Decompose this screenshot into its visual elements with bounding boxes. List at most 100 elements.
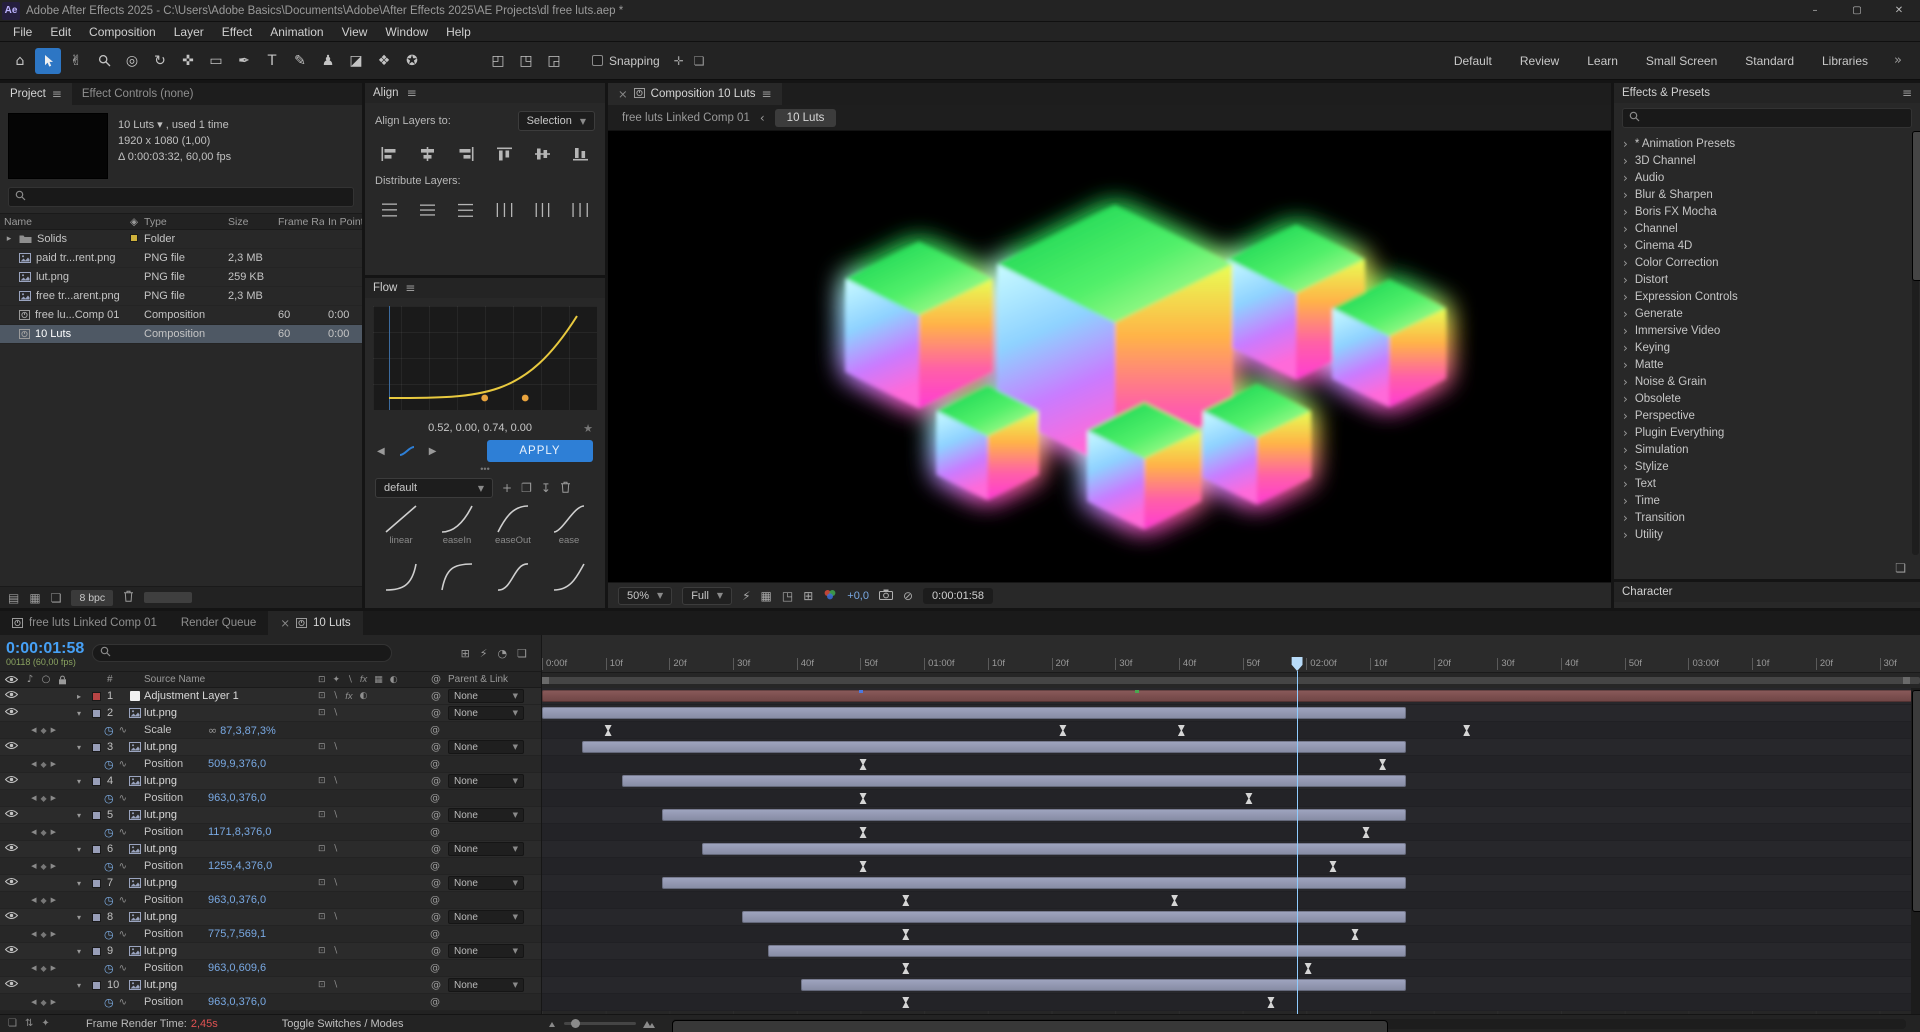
stopwatch-icon[interactable]: ◷ — [104, 792, 114, 805]
layer-duration-bar[interactable] — [662, 877, 1406, 889]
property-label[interactable]: Position — [144, 928, 208, 940]
parent-link-dropdown[interactable]: None▼ — [448, 944, 524, 958]
graph-icon[interactable]: ∿ — [119, 827, 127, 838]
favorite-star-icon[interactable]: ★ — [583, 422, 593, 435]
add-keyframe-icon[interactable]: ◆ — [40, 862, 46, 871]
next-keyframe-icon[interactable]: ▶ — [51, 930, 56, 938]
pickwhip-icon[interactable]: @ — [423, 997, 447, 1008]
column-3[interactable]: In Point — [324, 216, 362, 228]
fast-preview-icon[interactable]: ⚡ — [742, 589, 750, 603]
add-keyframe-icon[interactable]: ◆ — [40, 964, 46, 973]
menu-window[interactable]: Window — [376, 22, 437, 41]
dist-hright-icon[interactable] — [569, 201, 593, 219]
layer-duration-bar[interactable] — [742, 911, 1406, 923]
resolution-dropdown[interactable]: Full▼ — [682, 587, 732, 605]
hand-tool[interactable]: ✌ — [63, 48, 89, 74]
flow-preset-linear[interactable]: linear — [373, 504, 429, 558]
keyframe-icon[interactable] — [902, 997, 909, 1008]
collapse-switch-icon[interactable]: ⊡ — [318, 776, 326, 786]
effects-category-row[interactable]: › Text — [1614, 475, 1920, 492]
menu-effect[interactable]: Effect — [213, 22, 261, 41]
motion-blur-icon[interactable]: ◔ — [498, 647, 508, 660]
parent-link-dropdown[interactable]: None▼ — [448, 774, 524, 788]
align-left-icon[interactable] — [377, 145, 401, 163]
chevron-right-icon[interactable]: › — [1623, 171, 1628, 185]
timeline-horizontal-scrollbar[interactable] — [672, 1019, 1906, 1029]
chevron-right-icon[interactable]: › — [1623, 324, 1628, 338]
keyframe-icon[interactable] — [860, 759, 867, 770]
prev-keyframe-icon[interactable]: ◀ — [31, 964, 36, 972]
layer-twirl-icon[interactable]: ▾ — [70, 913, 88, 922]
pickwhip-icon[interactable]: @ — [424, 844, 448, 855]
property-value[interactable]: 963,0,376,0 — [208, 996, 266, 1008]
property-value[interactable]: 1255,4,376,0 — [208, 860, 272, 872]
effects-category-row[interactable]: › Simulation — [1614, 441, 1920, 458]
flow-preset-extra[interactable] — [541, 562, 597, 604]
parent-link-dropdown[interactable]: None▼ — [448, 808, 524, 822]
prev-keyframe-icon[interactable]: ◀ — [31, 760, 36, 768]
align-right-icon[interactable] — [454, 145, 478, 163]
axis-mode-1-icon[interactable]: ◳ — [515, 50, 537, 72]
chevron-right-icon[interactable]: › — [1623, 188, 1628, 202]
layer-name[interactable]: lut.png — [144, 945, 314, 957]
parent-link-dropdown[interactable]: None▼ — [448, 689, 524, 703]
orbit-tool[interactable]: ◎ — [119, 48, 145, 74]
parent-link-dropdown[interactable]: None▼ — [448, 706, 524, 720]
close-button[interactable]: ✕ — [1878, 0, 1920, 21]
timeline-layer-row[interactable]: ▾ 4 lut.png ⊡∖ @ None▼ — [0, 773, 541, 790]
property-label[interactable]: Position — [144, 826, 208, 838]
label-color-swatch[interactable] — [130, 234, 138, 242]
timeline-zoom-slider[interactable] — [564, 1022, 636, 1025]
effects-category-row[interactable]: › Channel — [1614, 220, 1920, 237]
add-keyframe-icon[interactable]: ◆ — [40, 930, 46, 939]
stopwatch-icon[interactable]: ◷ — [104, 928, 114, 941]
layer-twirl-icon[interactable]: ▾ — [70, 845, 88, 854]
timeline-layer-row[interactable]: ▾ 3 lut.png ⊡∖ @ None▼ — [0, 739, 541, 756]
work-area-bar[interactable] — [542, 673, 1920, 688]
trash-icon[interactable] — [123, 590, 134, 605]
timeline-property-row[interactable]: ◀◆▶ ◷∿ Position963,0,376,0 @ — [0, 994, 541, 1011]
add-keyframe-icon[interactable]: ◆ — [40, 998, 46, 1007]
stopwatch-icon[interactable]: ◷ — [104, 894, 114, 907]
panel-menu-icon[interactable]: ≡ — [1902, 86, 1912, 100]
timeline-property-row[interactable]: ◀◆▶ ◷∿ Position1255,4,376,0 @ — [0, 858, 541, 875]
eraser-tool[interactable]: ◪ — [343, 48, 369, 74]
project-column-headers[interactable]: Name◈TypeSizeFrame Ra...In Point — [0, 213, 362, 230]
flow-preset-extra[interactable] — [373, 562, 429, 604]
quality-switch-icon[interactable]: ∖ — [333, 708, 339, 718]
menu-layer[interactable]: Layer — [165, 22, 213, 41]
timeline-layer-row[interactable]: ▾ 9 lut.png ⊡∖ @ None▼ — [0, 943, 541, 960]
tab-composition[interactable]: × Composition 10 Luts ≡ — [608, 83, 782, 105]
layer-duration-bar[interactable] — [542, 690, 1920, 702]
layer-twirl-icon[interactable]: ▸ — [70, 692, 88, 701]
timeline-property-row[interactable]: ◀◆▶ ◷∿ Position963,0,609,6 @ — [0, 960, 541, 977]
effects-category-row[interactable]: › Obsolete — [1614, 390, 1920, 407]
effects-category-row[interactable]: › Immersive Video — [1614, 322, 1920, 339]
layer-twirl-icon[interactable]: ▾ — [70, 777, 88, 786]
graph-icon[interactable]: ∿ — [119, 895, 127, 906]
quality-switch-icon[interactable]: ∖ — [333, 810, 339, 820]
timeline-search-input[interactable] — [92, 644, 392, 662]
stopwatch-icon[interactable]: ◷ — [104, 826, 114, 839]
layer-color-swatch[interactable] — [92, 743, 101, 752]
flow-preset-ease[interactable]: ease — [541, 504, 597, 558]
chevron-right-icon[interactable]: › — [1623, 290, 1628, 304]
column-0[interactable]: Type — [140, 216, 224, 228]
keyframe-icon[interactable] — [1379, 759, 1386, 770]
effects-category-row[interactable]: › Keying — [1614, 339, 1920, 356]
roto-brush-tool[interactable]: ❖ — [371, 48, 397, 74]
work-area-end-handle[interactable] — [1903, 677, 1910, 684]
workspace-default[interactable]: Default — [1440, 42, 1506, 80]
graph-icon[interactable]: ∿ — [119, 997, 127, 1008]
zoom-tool[interactable] — [91, 48, 117, 74]
brush-tool[interactable]: ✎ — [287, 48, 313, 74]
visibility-eye-icon[interactable] — [5, 979, 18, 991]
layer-name[interactable]: lut.png — [144, 741, 314, 753]
workspace-learn[interactable]: Learn — [1573, 42, 1632, 80]
effects-category-row[interactable]: › Blur & Sharpen — [1614, 186, 1920, 203]
timeline-tab[interactable]: Render Queue — [169, 611, 268, 635]
project-search-input[interactable] — [8, 187, 354, 207]
parent-link-dropdown[interactable]: None▼ — [448, 740, 524, 754]
chevron-right-icon[interactable]: › — [1623, 426, 1628, 440]
effects-category-row[interactable]: › Plugin Everything — [1614, 424, 1920, 441]
